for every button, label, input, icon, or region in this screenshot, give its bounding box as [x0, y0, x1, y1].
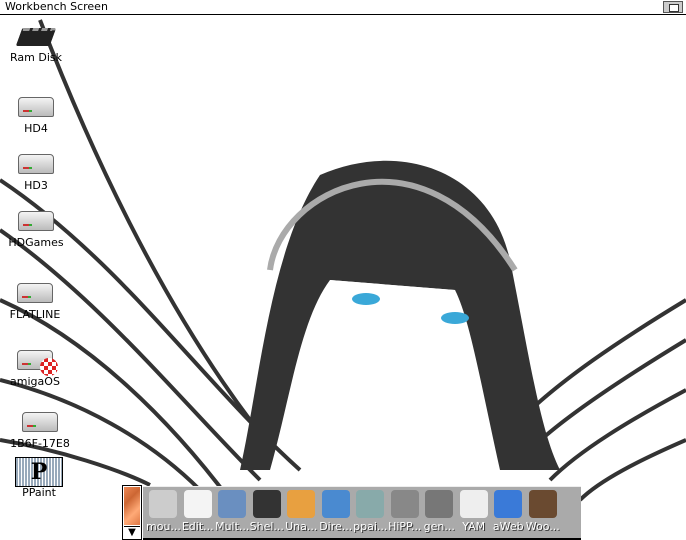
dock-item-hipp[interactable]: HiPP...: [388, 487, 423, 538]
screen-title: Workbench Screen: [5, 0, 108, 13]
desktop-icon-amigaos[interactable]: amigaOS: [0, 350, 70, 388]
ram-chip-icon: [15, 28, 57, 46]
paint-brush-icon: [356, 490, 385, 518]
dock-item-label: Shel...: [249, 520, 284, 533]
dock-item-ppai[interactable]: ppai...: [353, 487, 388, 538]
face: [330, 280, 460, 462]
dock-item-label: aWeb: [492, 520, 524, 533]
dock-item-label: Edit...: [181, 520, 214, 533]
dock-item-label: YAM: [462, 520, 486, 533]
dock-item-label: Una...: [285, 520, 318, 533]
hard-drive-icon: [18, 211, 54, 231]
globe-icon: [494, 490, 523, 518]
dock-image: [124, 487, 140, 525]
desktop-icon-hdgames[interactable]: HDGames: [1, 211, 71, 249]
hard-drive-icon: [17, 283, 53, 303]
ppaint-icon: P: [15, 457, 63, 487]
dock-item-woo[interactable]: Woo...: [526, 487, 561, 538]
dock-item-mult[interactable]: Mult...: [215, 487, 250, 538]
dock-item-label: Mult...: [215, 520, 250, 533]
dock-item-mou[interactable]: mou...: [146, 487, 181, 538]
dock-panel: mou... Edit... Mult... Shel... Una... Dire...…: [143, 486, 581, 540]
dock-item-label: ppai...: [353, 520, 388, 533]
screen-title-bar: Workbench Screen: [0, 0, 686, 15]
box-icon: [287, 490, 316, 518]
dock-item-shel[interactable]: Shel...: [250, 487, 285, 538]
desktop-icon-ppaint[interactable]: P PPaint: [4, 457, 74, 499]
dock-item-dire[interactable]: Dire...: [319, 487, 354, 538]
network-globe-icon: [425, 490, 454, 518]
desktop-icon-1b6f-17e8[interactable]: 1B6F-17E8: [5, 412, 75, 450]
dock-item-label: mou...: [146, 520, 181, 533]
desktop-icon-hd4[interactable]: HD4: [1, 97, 71, 135]
magnifier-icon: [218, 490, 247, 518]
wallpaper: [0, 19, 686, 502]
dock-item-label: HiPP...: [388, 520, 422, 533]
download-drive-icon: [321, 490, 350, 518]
hard-drive-icon: [18, 154, 54, 174]
dock-item-label: gen...: [423, 520, 455, 533]
dock-item-label: Dire...: [319, 520, 353, 533]
desktop-icon-hd3[interactable]: HD3: [1, 154, 71, 192]
desktop-icon-flatline[interactable]: FLATLINE: [0, 283, 70, 321]
document-icon: [183, 490, 212, 518]
dock-item-edit[interactable]: Edit...: [181, 487, 216, 538]
depth-gadget-icon[interactable]: [663, 1, 683, 13]
hard-drive-icon: [18, 97, 54, 117]
dock-menu-arrow-icon[interactable]: ▼: [124, 526, 140, 538]
boing-ball-icon: [40, 358, 58, 376]
dock-item-una[interactable]: Una...: [284, 487, 319, 538]
dock-item-yam[interactable]: YAM: [457, 487, 492, 538]
terminal-icon: [252, 490, 281, 518]
dock-item-gen[interactable]: gen...: [422, 487, 457, 538]
wookiee-icon: [528, 490, 557, 518]
dock-handle[interactable]: ▼: [122, 485, 142, 540]
desktop-icon-ram-disk[interactable]: Ram Disk: [1, 28, 71, 64]
mail-icon: [459, 490, 488, 518]
dock-item-aweb[interactable]: aWeb: [491, 487, 526, 538]
hard-drive-icon: [22, 412, 58, 432]
cfg-disc-icon: [149, 490, 178, 518]
dock-item-label: Woo...: [525, 520, 560, 533]
speaker-icon: [390, 490, 419, 518]
dock: ▼ mou... Edit... Mult... Shel... Una... Dire.…: [122, 485, 581, 540]
